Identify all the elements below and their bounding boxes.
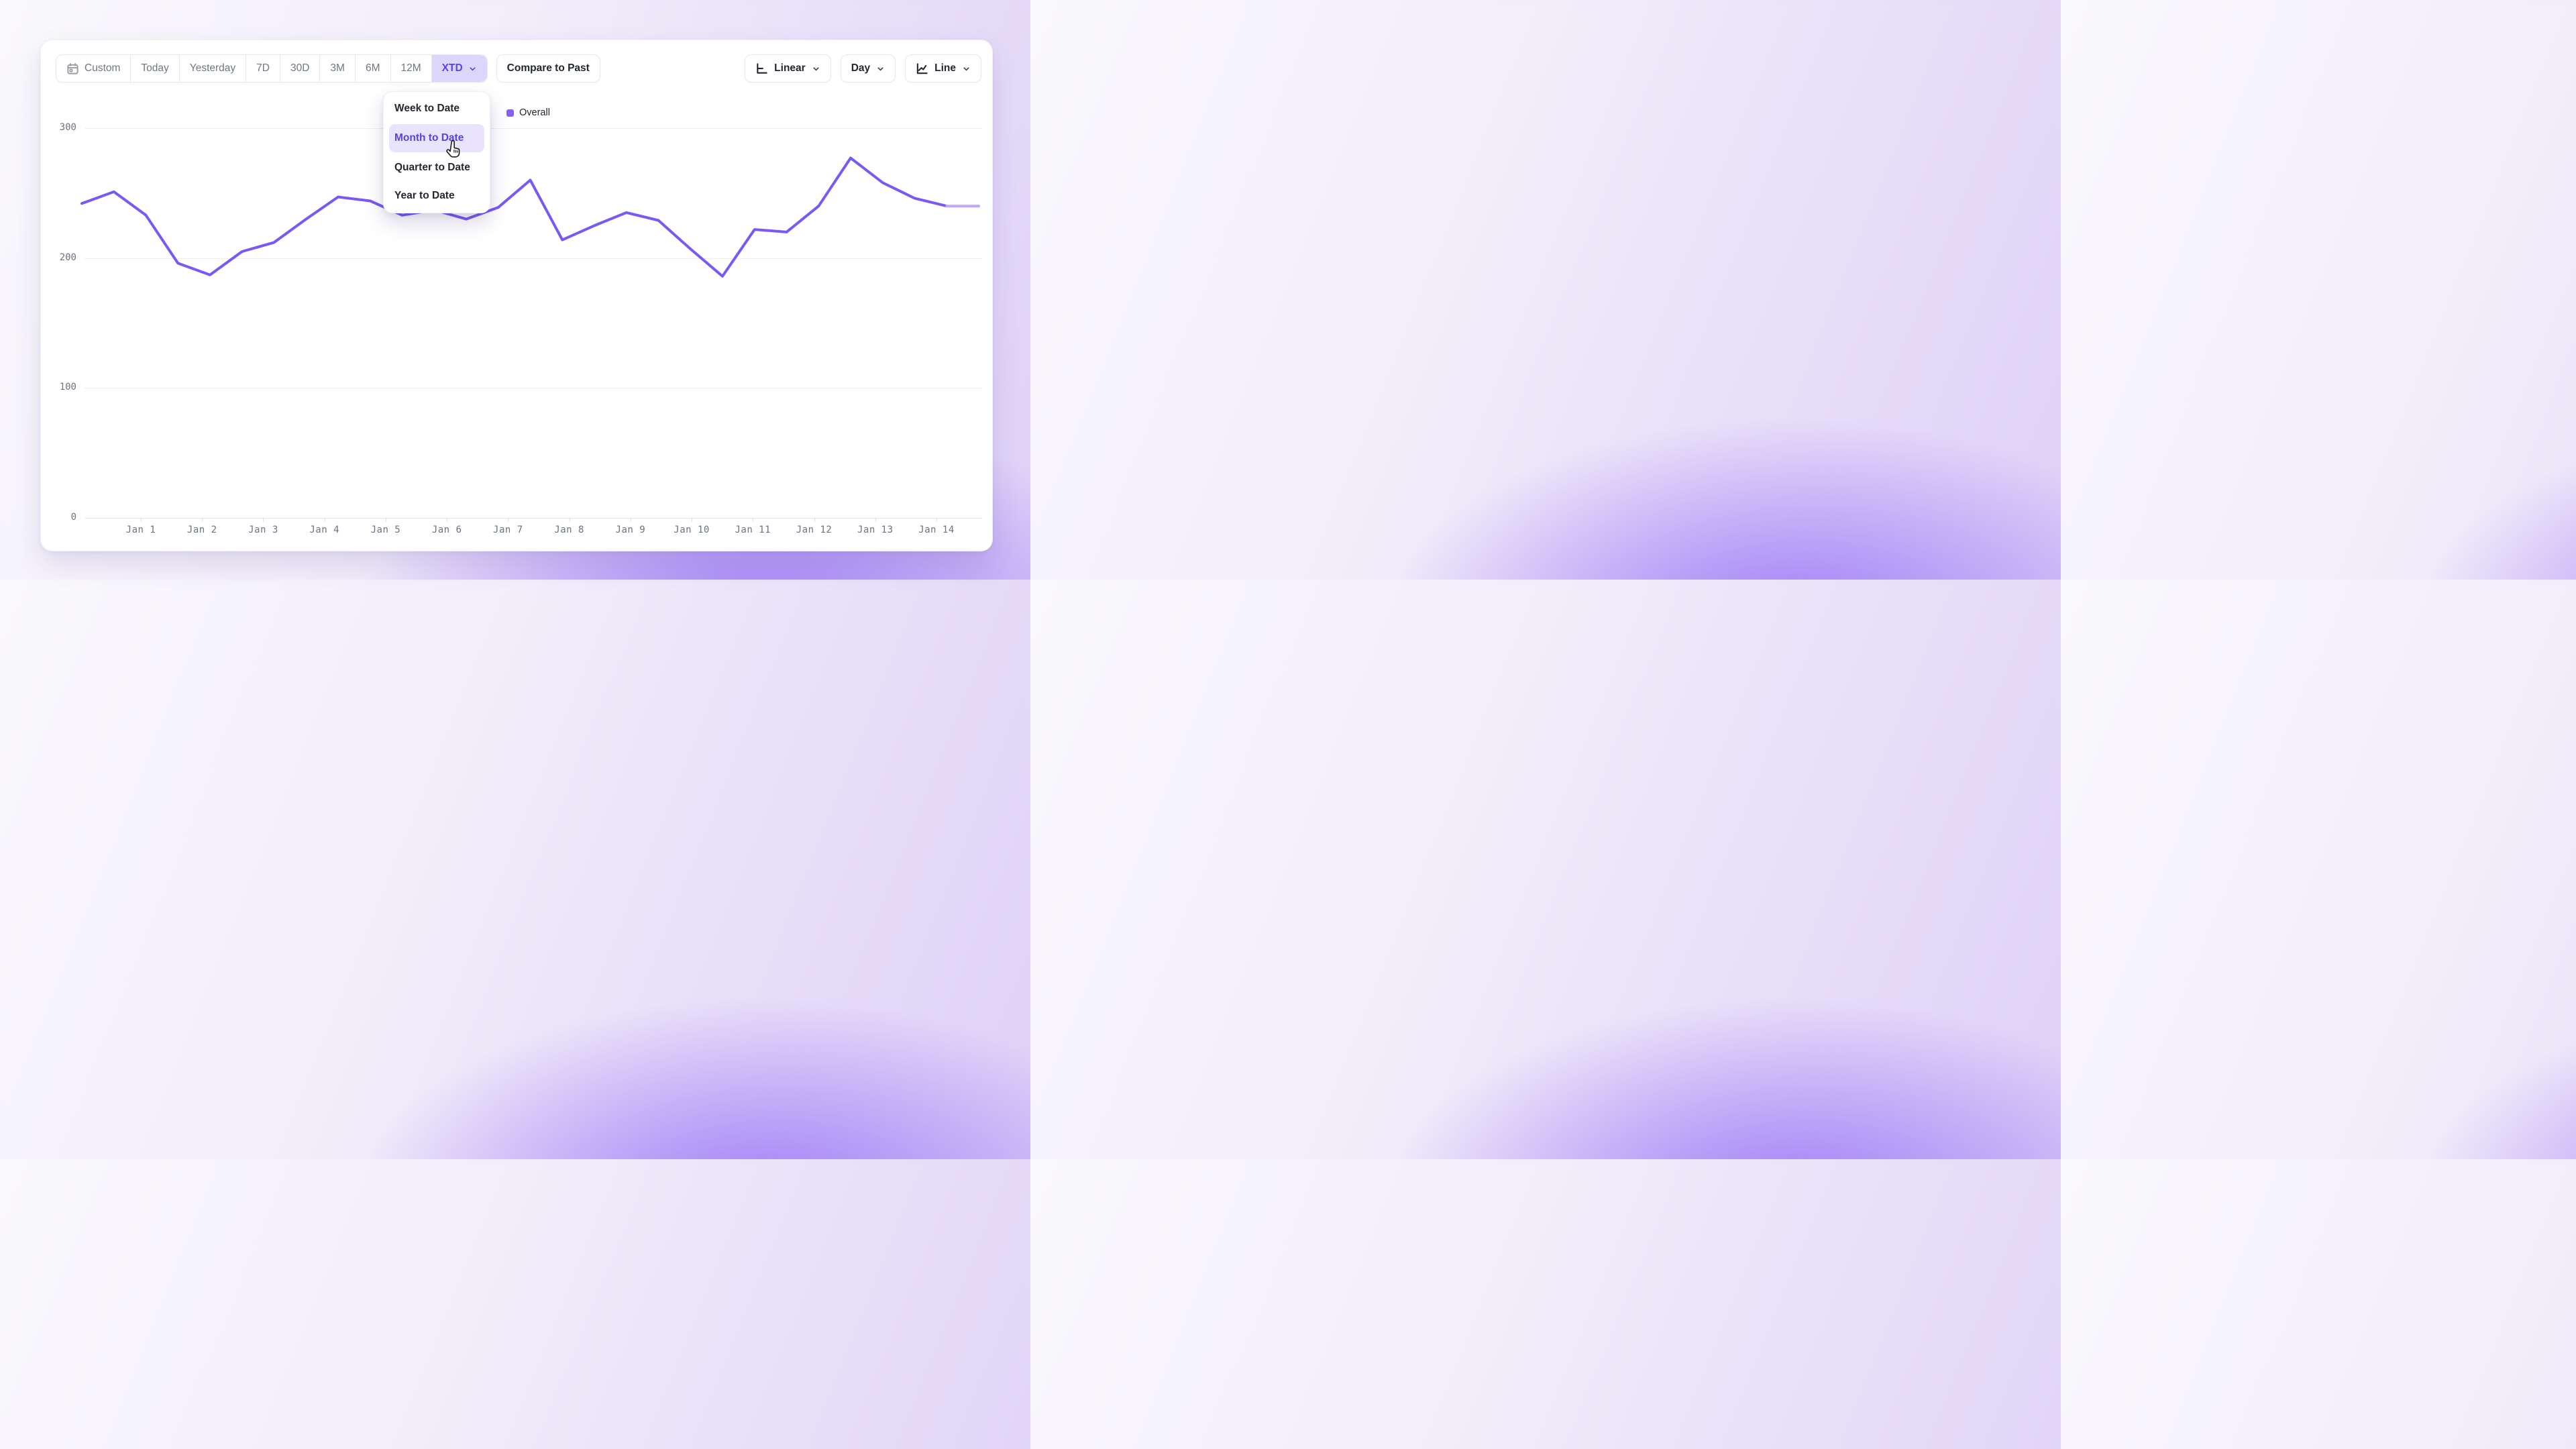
menu-item-label: Year to Date [394,190,455,202]
menu-item-label: Quarter to Date [394,162,470,174]
menu-item-year-to-date[interactable]: Year to Date [384,182,490,210]
chart-card: CustomTodayYesterday7D30D3M6M12MXTD Comp… [40,40,993,551]
menu-item-label: Month to Date [394,132,464,144]
menu-item-label: Week to Date [394,103,460,115]
xtd-dropdown-menu: Week to Date Month to Date Quarter to Date… [383,91,490,213]
menu-item-week-to-date[interactable]: Week to Date [384,95,490,123]
menu-item-quarter-to-date[interactable]: Quarter to Date [384,154,490,182]
menu-item-month-to-date[interactable]: Month to Date [389,124,484,152]
page-background: CustomTodayYesterday7D30D3M6M12MXTD Comp… [0,0,1030,580]
chart-plot-area[interactable] [41,40,994,552]
overall-line-series [82,158,947,276]
